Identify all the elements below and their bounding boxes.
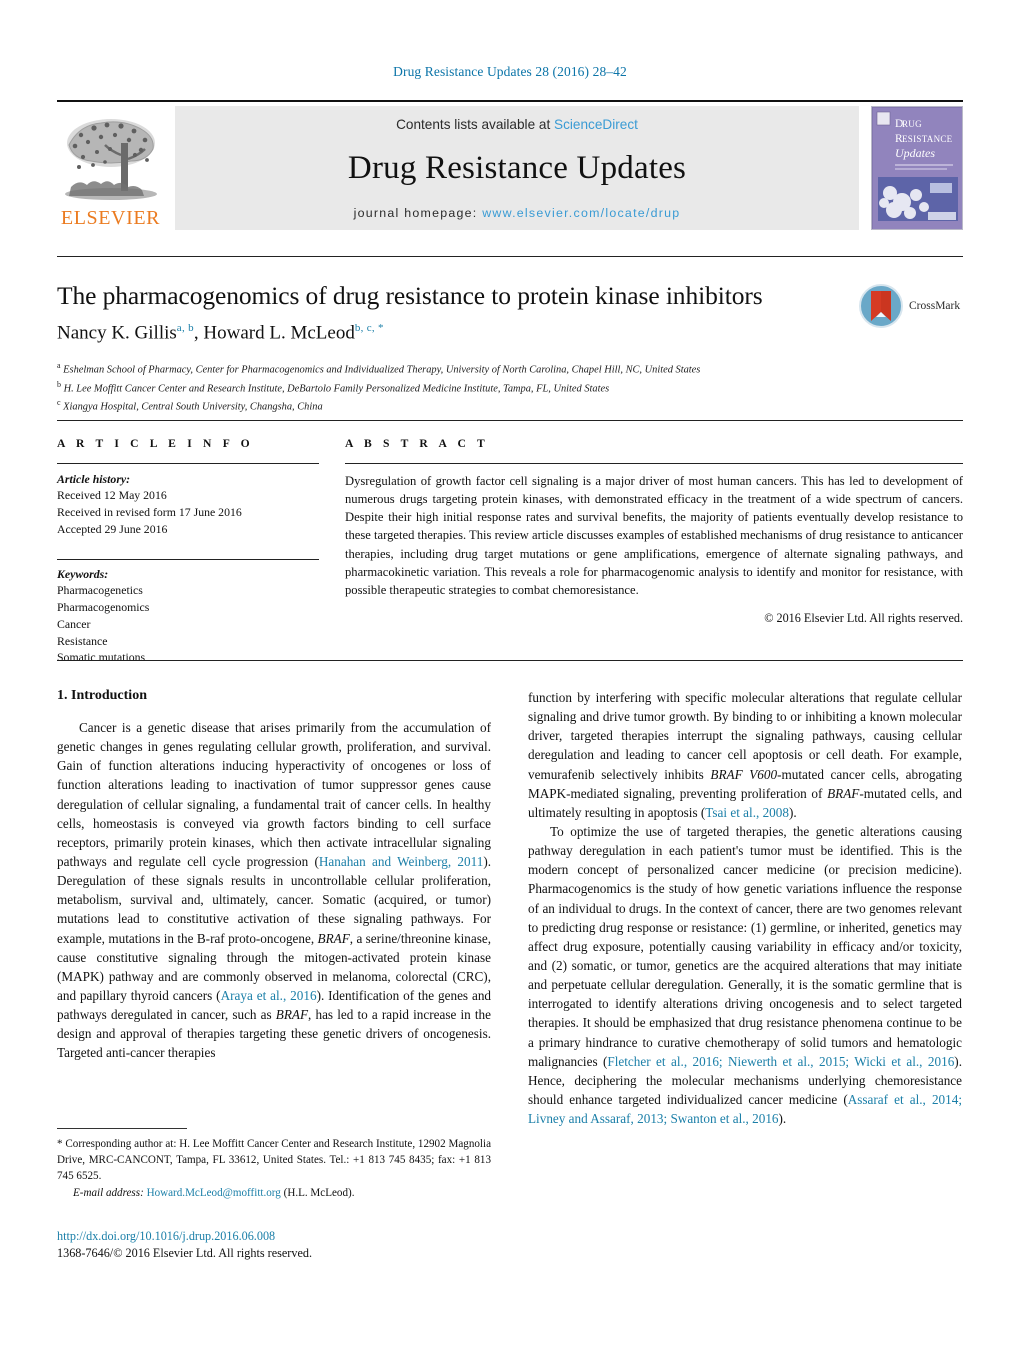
elsevier-logo: ELSEVIER bbox=[57, 106, 164, 230]
body-paragraph: To optimize the use of targeted therapie… bbox=[528, 822, 962, 1128]
page-title: The pharmacogenomics of drug resistance … bbox=[57, 281, 763, 310]
footnote-email-line: E-mail address: Howard.McLeod@moffitt.or… bbox=[57, 1186, 491, 1202]
author-name-2: Howard L. McLeod bbox=[203, 322, 355, 344]
affiliation-item: c Xiangya Hospital, Central South Univer… bbox=[57, 397, 917, 416]
email-label: E-mail address: bbox=[73, 1187, 144, 1200]
elsevier-tree-icon bbox=[61, 115, 161, 207]
paragraph-text: Cancer is a genetic disease that arises … bbox=[57, 720, 491, 869]
citation-link[interactable]: Tsai et al., 2008 bbox=[705, 805, 789, 820]
crossmark-badge[interactable]: CrossMark bbox=[858, 280, 964, 332]
author-list: Nancy K. Gillisa, b, Howard L. McLeodb, … bbox=[57, 322, 384, 344]
body-column-right: function by interfering with specific mo… bbox=[528, 688, 962, 1128]
keywords-block: Keywords: Pharmacogenetics Pharmacogenom… bbox=[57, 567, 319, 666]
author-separator: , bbox=[193, 322, 204, 344]
article-history-item: Received 12 May 2016 bbox=[57, 488, 167, 502]
affiliation-list: a Eshelman School of Pharmacy, Center fo… bbox=[57, 360, 917, 416]
affiliation-item: b H. Lee Moffitt Cancer Center and Resea… bbox=[57, 379, 917, 398]
keywords-rule bbox=[57, 559, 319, 561]
journal-cover-thumbnail: D RUG R ESISTANCE Updates bbox=[871, 106, 963, 230]
article-history-item: Received in revised form 17 June 2016 bbox=[57, 504, 242, 519]
abstract-column: A B S T R A C T Dysregulation of growth … bbox=[345, 437, 963, 626]
abstract-copyright: © 2016 Elsevier Ltd. All rights reserved… bbox=[764, 610, 963, 625]
section-title-introduction: 1. Introduction bbox=[57, 688, 147, 703]
journal-homepage-link[interactable]: www.elsevier.com/locate/drup bbox=[482, 206, 680, 220]
elsevier-wordmark: ELSEVIER bbox=[60, 207, 161, 229]
author-name-1: Nancy K. Gillis bbox=[57, 322, 177, 344]
article-info-heading: A R T I C L E I N F O bbox=[57, 437, 254, 450]
svg-text:RUG: RUG bbox=[902, 119, 922, 129]
keyword-item: Pharmacogenomics bbox=[57, 600, 150, 614]
paragraph-text: ). bbox=[788, 804, 797, 820]
journal-title: Drug Resistance Updates bbox=[347, 150, 687, 186]
author-marks-2: b, c, * bbox=[354, 322, 384, 334]
footnote-rule bbox=[57, 1128, 187, 1129]
crossmark-label: CrossMark bbox=[909, 300, 961, 312]
affiliation-text: H. Lee Moffitt Cancer Center and Researc… bbox=[63, 383, 610, 395]
abstract-text: Dysregulation of growth factor cell sign… bbox=[345, 474, 963, 597]
sciencedirect-link[interactable]: ScienceDirect bbox=[554, 117, 638, 132]
affiliation-text: Eshelman School of Pharmacy, Center for … bbox=[63, 364, 701, 376]
svg-text:ESISTANCE: ESISTANCE bbox=[902, 134, 953, 144]
gene-name: BRAF V600 bbox=[710, 766, 778, 782]
affiliation-item: a Eshelman School of Pharmacy, Center fo… bbox=[57, 360, 917, 379]
title-divider bbox=[57, 256, 963, 257]
crossmark-icon bbox=[859, 284, 903, 328]
paragraph-text: ). bbox=[778, 1111, 787, 1127]
author-marks-1: a, b bbox=[176, 322, 194, 334]
gene-name: BRAF bbox=[827, 785, 860, 801]
citation-link[interactable]: Araya et al., 2016 bbox=[221, 988, 317, 1003]
affiliation-text: Xiangya Hospital, Central South Universi… bbox=[63, 401, 323, 413]
footnote-text: * Corresponding author at: H. Lee Moffit… bbox=[57, 1137, 491, 1184]
affiliation-mark: a bbox=[57, 361, 61, 370]
article-info-column: A R T I C L E I N F O Article history: R… bbox=[57, 437, 319, 666]
paragraph-text: To optimize the use of targeted therapie… bbox=[528, 823, 962, 1069]
body-column-left: 1. Introduction Cancer is a genetic dise… bbox=[57, 688, 491, 1063]
citation-link[interactable]: Hanahan and Weinberg, 2011 bbox=[319, 854, 483, 869]
abstract-heading: A B S T R A C T bbox=[345, 437, 489, 450]
body-divider bbox=[57, 660, 963, 661]
article-history-label: Article history: bbox=[57, 472, 131, 486]
email-link[interactable]: Howard.McLeod@moffitt.org bbox=[147, 1187, 281, 1199]
paper-page: Drug Resistance Updates 28 (2016) 28–42 bbox=[0, 0, 1020, 1351]
body-paragraph: Cancer is a genetic disease that arises … bbox=[57, 718, 491, 1063]
keyword-item: Cancer bbox=[57, 616, 91, 631]
email-owner: (H.L. McLeod). bbox=[283, 1187, 355, 1200]
footnote-body: Corresponding author at: H. Lee Moffitt … bbox=[57, 1138, 491, 1182]
affiliation-mark: b bbox=[57, 379, 61, 389]
contents-prefix: Contents lists available at bbox=[396, 117, 551, 132]
keyword-item: Pharmacogenetics bbox=[57, 583, 143, 598]
running-head: Drug Resistance Updates 28 (2016) 28–42 bbox=[393, 64, 627, 79]
issn-copyright-line: 1368-7646/© 2016 Elsevier Ltd. All right… bbox=[57, 1245, 312, 1260]
keyword-item: Resistance bbox=[57, 633, 108, 648]
doi-block: http://dx.doi.org/10.1016/j.drup.2016.06… bbox=[57, 1228, 491, 1262]
svg-text:Updates: Updates bbox=[895, 146, 935, 160]
keyword-item: Somatic mutations bbox=[57, 650, 146, 665]
abstract-rule bbox=[345, 463, 963, 464]
affiliation-mark: c bbox=[57, 398, 61, 408]
journal-banner: Contents lists available at ScienceDirec… bbox=[175, 106, 859, 230]
corresponding-author-footnote: * Corresponding author at: H. Lee Moffit… bbox=[57, 1128, 491, 1202]
body-paragraph: function by interfering with specific mo… bbox=[528, 688, 962, 822]
keywords-label: Keywords: bbox=[57, 567, 109, 582]
gene-name: BRAF bbox=[317, 930, 350, 946]
abstract-section-divider bbox=[57, 420, 963, 421]
citation-link[interactable]: Fletcher et al., 2016; Niewerth et al., … bbox=[607, 1054, 954, 1069]
homepage-prefix: journal homepage: bbox=[353, 206, 478, 220]
doi-link[interactable]: http://dx.doi.org/10.1016/j.drup.2016.06… bbox=[57, 1228, 491, 1245]
journal-homepage-line: journal homepage: www.elsevier.com/locat… bbox=[354, 206, 681, 220]
gene-name: BRAF bbox=[275, 1007, 309, 1023]
journal-masthead: ELSEVIER Contents lists available at Sci… bbox=[57, 100, 963, 230]
contents-available-line: Contents lists available at ScienceDirec… bbox=[396, 117, 638, 132]
article-history-item: Accepted 29 June 2016 bbox=[57, 521, 168, 536]
article-info-rule bbox=[57, 463, 319, 464]
